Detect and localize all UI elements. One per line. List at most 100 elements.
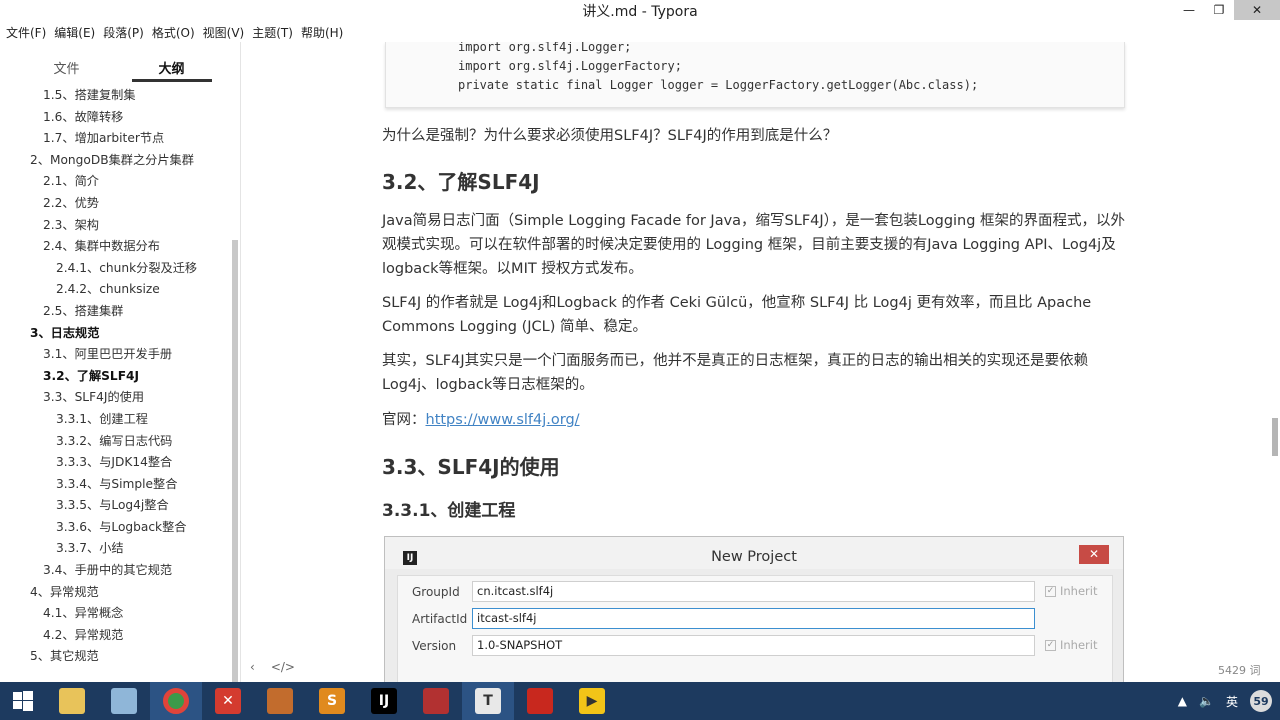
maximize-button[interactable]: ❐ xyxy=(1204,0,1234,20)
close-button[interactable]: ✕ xyxy=(1234,0,1280,20)
artifactid-label: ArtifactId xyxy=(412,612,468,626)
word-count[interactable]: 5429 词 xyxy=(1218,662,1261,678)
outline-item[interactable]: 3.4、手册中的其它规范 xyxy=(0,560,230,582)
menu-help[interactable]: 帮助(H) xyxy=(297,22,347,42)
outline-item[interactable]: 2.4、集群中数据分布 xyxy=(0,236,230,258)
folder-icon xyxy=(59,688,85,714)
minimize-button[interactable]: — xyxy=(1174,0,1204,20)
outline-item[interactable]: 3.3.1、创建工程 xyxy=(0,409,230,431)
taskbar-typora[interactable]: T xyxy=(462,682,514,720)
outline-item[interactable]: 3.3.4、与Simple整合 xyxy=(0,474,230,496)
editor-footer: ‹ </> xyxy=(250,660,295,674)
heading-3-3: 3.3、SLF4J的使用 xyxy=(382,455,560,479)
groupid-inherit: ✓ Inherit xyxy=(1045,584,1097,598)
sublime-icon: S xyxy=(319,688,345,714)
ime-indicator[interactable]: 英 xyxy=(1226,693,1238,710)
palette-icon xyxy=(111,688,137,714)
taskbar-file-explorer[interactable] xyxy=(46,682,98,720)
source-code-icon[interactable]: </> xyxy=(271,660,295,674)
menu-file[interactable]: 文件(F) xyxy=(2,22,50,42)
code-line: import org.slf4j.Logger; xyxy=(458,42,632,54)
outline-item[interactable]: 3、日志规范 xyxy=(0,323,230,345)
outline-item[interactable]: 4.2、异常规范 xyxy=(0,625,230,647)
artifactid-input: itcast-slf4j xyxy=(472,608,1035,629)
checkbox-icon: ✓ xyxy=(1045,585,1056,597)
outline-item[interactable]: 2.4.2、chunksize xyxy=(0,279,230,301)
outline-item[interactable]: 3.3.6、与Logback整合 xyxy=(0,517,230,539)
sidebar-tabs: 文件 大纲 xyxy=(0,42,240,84)
outline-item[interactable]: 3.2、了解SLF4J xyxy=(0,366,230,388)
editor-scrollbar[interactable] xyxy=(1272,418,1278,456)
taskbar-intellij[interactable]: IJ xyxy=(358,682,410,720)
sidebar-scrollbar[interactable] xyxy=(232,240,238,682)
menu-format[interactable]: 格式(O) xyxy=(148,22,199,42)
version-input: 1.0-SNAPSHOT xyxy=(472,635,1035,656)
outline-item[interactable]: 1.6、故障转移 xyxy=(0,107,230,129)
volume-icon[interactable]: 🔈 xyxy=(1199,694,1214,708)
menu-bar: 文件(F) 编辑(E) 段落(P) 格式(O) 视图(V) 主题(T) 帮助(H… xyxy=(0,22,1280,42)
start-button[interactable] xyxy=(0,682,46,720)
groupid-label: GroupId xyxy=(412,585,460,599)
paragraph-site: 官网：https://www.slf4j.org/ xyxy=(382,408,1132,432)
xmind-icon: ✕ xyxy=(215,688,241,714)
taskbar-pia[interactable]: ▶ xyxy=(566,682,618,720)
taskbar-pdf[interactable] xyxy=(514,682,566,720)
window-controls: — ❐ ✕ xyxy=(1174,0,1280,22)
code-line: private static final Logger logger = Log… xyxy=(458,78,979,92)
taskbar-notebook[interactable] xyxy=(410,682,462,720)
back-icon[interactable]: ‹ xyxy=(250,660,255,674)
winrar-icon xyxy=(267,688,293,714)
inherit-label: Inherit xyxy=(1060,638,1098,652)
taskbar-sublime[interactable]: S xyxy=(306,682,358,720)
menu-paragraph[interactable]: 段落(P) xyxy=(99,22,148,42)
notebook-icon xyxy=(423,688,449,714)
typora-icon: T xyxy=(475,688,501,714)
outline-item[interactable]: 3.1、阿里巴巴开发手册 xyxy=(0,344,230,366)
code-block[interactable]: import org.slf4j.Logger; import org.slf4… xyxy=(385,42,1125,108)
taskbar-chrome[interactable] xyxy=(150,682,202,720)
outline-item[interactable]: 5、其它规范 xyxy=(0,646,230,668)
tab-files[interactable]: 文件 xyxy=(14,42,119,84)
outline-item[interactable]: 3.3.5、与Log4j整合 xyxy=(0,495,230,517)
outline-item[interactable]: 2.3、架构 xyxy=(0,215,230,237)
paragraph-author: SLF4J 的作者就是 Log4j和Logback 的作者 Ceki Gülcü… xyxy=(382,295,1092,335)
code-line: import org.slf4j.LoggerFactory; xyxy=(458,59,682,73)
notification-badge[interactable]: 59 xyxy=(1250,690,1272,712)
outline-item[interactable]: 2、MongoDB集群之分片集群 xyxy=(0,150,230,172)
outline-item[interactable]: 3.3.2、编写日志代码 xyxy=(0,431,230,453)
pdf-icon xyxy=(527,688,553,714)
outline-item[interactable]: 4.1、异常概念 xyxy=(0,603,230,625)
outline-item[interactable]: 1.7、增加arbiter节点 xyxy=(0,128,230,150)
outline-item[interactable]: 2.5、搭建集群 xyxy=(0,301,230,323)
dialog-close-icon: ✕ xyxy=(1079,545,1109,564)
intellij-icon: IJ xyxy=(371,688,397,714)
site-link[interactable]: https://www.slf4j.org/ xyxy=(426,412,580,428)
menu-view[interactable]: 视图(V) xyxy=(199,22,249,42)
outline-item[interactable]: 2.1、简介 xyxy=(0,171,230,193)
outline-item[interactable]: 3.3、SLF4J的使用 xyxy=(0,387,230,409)
editor-area[interactable]: import org.slf4j.Logger; import org.slf4… xyxy=(240,42,1280,682)
outline-item[interactable]: 2.4.1、chunk分裂及迁移 xyxy=(0,258,230,280)
groupid-input: cn.itcast.slf4j xyxy=(472,581,1035,602)
new-project-dialog-image: IJ New Project ✕ GroupId cn.itcast.slf4j… xyxy=(384,536,1124,682)
outline-item[interactable]: 4、异常规范 xyxy=(0,582,230,604)
outline-item[interactable]: 1.5、搭建复制集 xyxy=(0,85,230,107)
tray-arrow-icon[interactable]: ▲ xyxy=(1178,694,1187,708)
outline-item[interactable]: 3.3.7、小结 xyxy=(0,538,230,560)
heading-3-2: 3.2、了解SLF4J xyxy=(382,170,540,194)
outline-list: 1.5、搭建复制集 1.6、故障转移 1.7、增加arbiter节点 2、MongoD… xyxy=(0,85,230,668)
taskbar-xmind[interactable]: ✕ xyxy=(202,682,254,720)
outline-item[interactable]: 3.3.3、与JDK14整合 xyxy=(0,452,230,474)
checkbox-icon: ✓ xyxy=(1045,639,1056,651)
heading-3-3-1: 3.3.1、创建工程 xyxy=(382,501,516,521)
active-tab-indicator xyxy=(132,79,212,82)
taskbar-winrar[interactable] xyxy=(254,682,306,720)
menu-theme[interactable]: 主题(T) xyxy=(248,22,297,42)
taskbar-paint-app[interactable] xyxy=(98,682,150,720)
window-title: 讲义.md - Typora xyxy=(582,4,698,20)
tab-outline[interactable]: 大纲 xyxy=(119,42,224,84)
title-bar: 讲义.md - Typora — ❐ ✕ xyxy=(0,0,1280,22)
outline-item[interactable]: 2.2、优势 xyxy=(0,193,230,215)
menu-edit[interactable]: 编辑(E) xyxy=(50,22,99,42)
version-label: Version xyxy=(412,639,457,653)
